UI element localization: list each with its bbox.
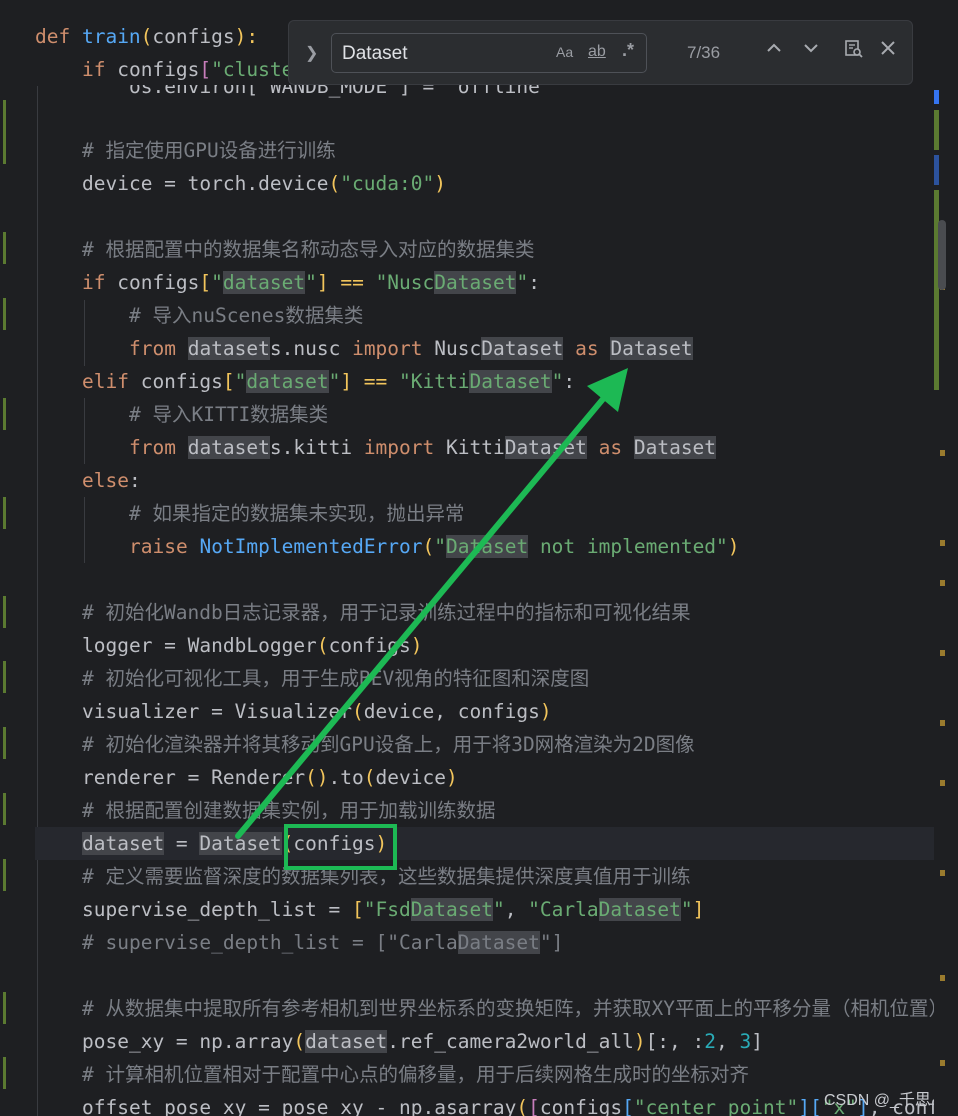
annotation-arrow	[235, 368, 628, 870]
annotation-line	[235, 390, 611, 839]
annotation-box	[284, 824, 397, 870]
annotation-arrowhead	[587, 368, 628, 412]
watermark: CSDN @_千思	[824, 1092, 931, 1109]
